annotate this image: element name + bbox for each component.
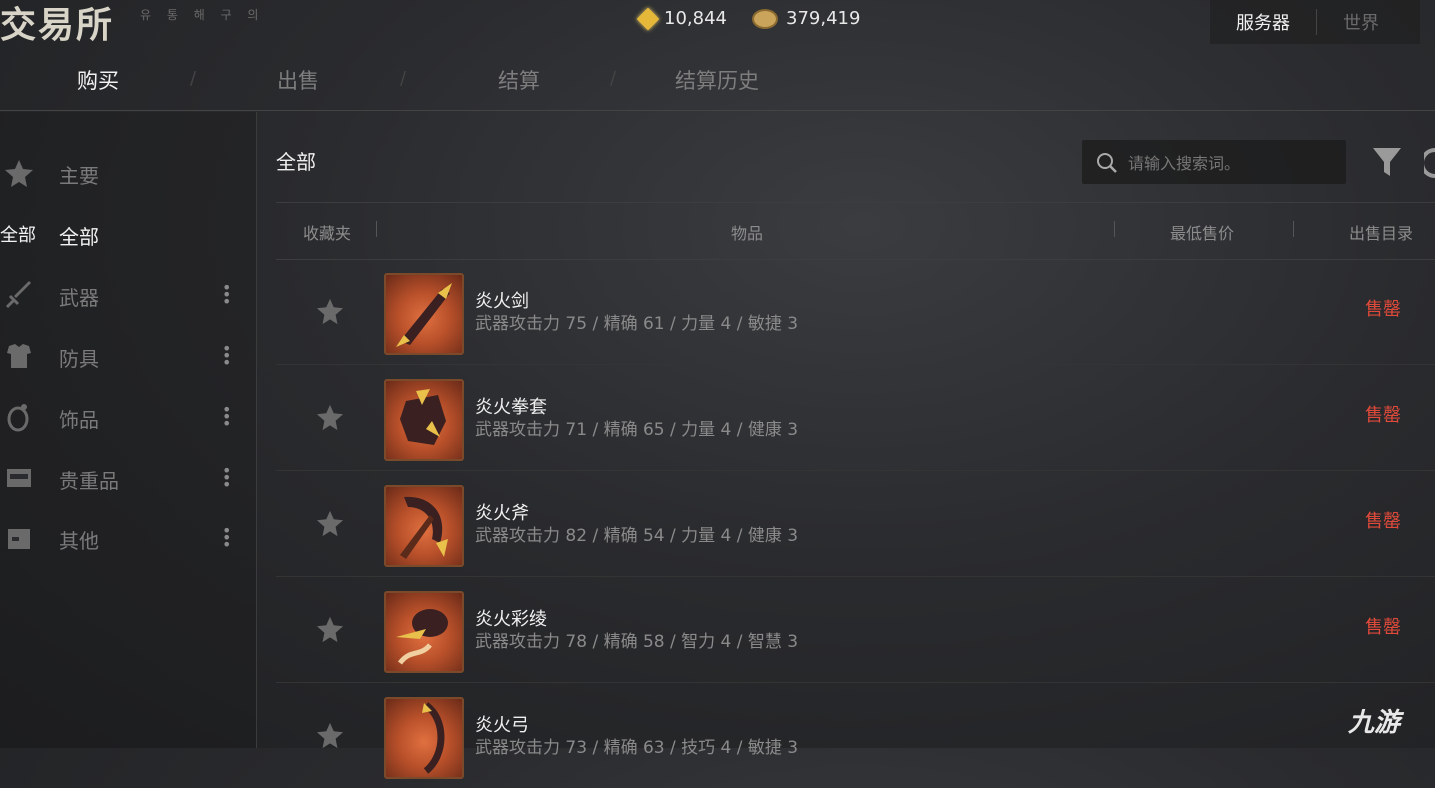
server-tab[interactable]: 服务器 bbox=[1210, 9, 1316, 35]
item-thumbnail bbox=[384, 591, 464, 673]
search-box bbox=[1082, 140, 1346, 184]
sidebar-item-label: 防具 bbox=[59, 347, 99, 371]
flame-bow-icon bbox=[422, 702, 445, 774]
column-min-price[interactable]: 最低售价 bbox=[1170, 220, 1234, 244]
sword-icon bbox=[5, 281, 31, 309]
flame-axe-icon bbox=[400, 496, 448, 559]
watermark-logo: 九游 bbox=[1348, 708, 1401, 738]
item-stats: 武器攻击力 75 / 精确 61 / 力量 4 / 敏捷 3 bbox=[475, 314, 799, 334]
table-row[interactable]: 炎火剑 武器攻击力 75 / 精确 61 / 力量 4 / 敏捷 3 售罄 bbox=[276, 259, 1435, 365]
sidebar-item-accessory[interactable]: 饰品 • • • bbox=[0, 392, 256, 442]
status-badge: 售罄 bbox=[1365, 405, 1401, 426]
sidebar-item-label: 武器 bbox=[59, 286, 99, 310]
sidebar-item-label: 主要 bbox=[59, 164, 99, 188]
more-icon[interactable]: • • • bbox=[222, 463, 231, 493]
column-divider bbox=[1293, 221, 1294, 237]
app-title: 交易所 bbox=[0, 4, 115, 46]
tab-settlement[interactable]: 结算 bbox=[498, 65, 540, 95]
search-input[interactable] bbox=[1126, 148, 1340, 178]
favorite-star-icon[interactable] bbox=[316, 403, 344, 431]
currency-coins-value: 379,419 bbox=[786, 8, 861, 29]
table-row[interactable]: 炎火弓 武器攻击力 73 / 精确 63 / 技巧 4 / 敏捷 3 bbox=[276, 683, 1435, 788]
table-header: 收藏夹 物品 最低售价 出售目录 bbox=[276, 202, 1435, 260]
flame-gauntlet-icon bbox=[400, 389, 446, 445]
armor-icon bbox=[7, 344, 31, 368]
item-stats: 武器攻击力 82 / 精确 54 / 力量 4 / 健康 3 bbox=[475, 526, 799, 546]
more-icon[interactable]: • • • bbox=[222, 523, 231, 553]
tab-buy[interactable]: 购买 bbox=[77, 65, 119, 95]
search-icon[interactable] bbox=[1096, 152, 1118, 174]
sidebar-item-main[interactable]: 主要 bbox=[0, 148, 256, 198]
item-thumbnail bbox=[384, 273, 464, 355]
status-badge: 售罄 bbox=[1365, 511, 1401, 532]
item-thumbnail bbox=[384, 697, 464, 779]
tab-settlement-history[interactable]: 结算历史 bbox=[675, 65, 759, 95]
refresh-icon[interactable] bbox=[1424, 148, 1435, 178]
world-tab[interactable]: 世界 bbox=[1316, 9, 1405, 35]
flame-sword-icon bbox=[396, 283, 452, 347]
sidebar-item-weapon[interactable]: 武器 • • • bbox=[0, 270, 256, 320]
item-stats: 武器攻击力 73 / 精确 63 / 技巧 4 / 敏捷 3 bbox=[475, 738, 799, 758]
tab-sell[interactable]: 出售 bbox=[277, 65, 319, 95]
sidebar-item-all[interactable]: 全部 全部 bbox=[0, 209, 256, 259]
filter-icon[interactable] bbox=[1372, 146, 1402, 178]
sidebar-item-label: 饰品 bbox=[59, 408, 99, 432]
category-title: 全部 bbox=[276, 150, 316, 174]
currency-coins: 379,419 bbox=[752, 8, 860, 29]
sidebar-item-armor[interactable]: 防具 • • • bbox=[0, 331, 256, 381]
sidebar-item-label: 贵重品 bbox=[59, 469, 119, 493]
sidebar-item-label: 全部 bbox=[59, 225, 99, 249]
sidebar-item-label: 其他 bbox=[59, 529, 99, 553]
main-tabs: 购买 / 出售 / 结算 / 结算历史 bbox=[0, 58, 1435, 111]
coin-icon bbox=[752, 8, 778, 29]
column-favorite[interactable]: 收藏夹 bbox=[303, 220, 351, 244]
flame-ribbon-icon bbox=[396, 609, 448, 665]
column-divider bbox=[376, 221, 377, 237]
item-thumbnail bbox=[384, 379, 464, 461]
favorite-star-icon[interactable] bbox=[316, 721, 344, 749]
table-row[interactable]: 炎火拳套 武器攻击力 71 / 精确 65 / 力量 4 / 健康 3 售罄 bbox=[276, 365, 1435, 471]
sidebar-item-valuables[interactable]: 贵重品 • • • bbox=[0, 453, 256, 503]
status-badge: 售罄 bbox=[1365, 299, 1401, 320]
more-icon[interactable]: • • • bbox=[222, 341, 231, 371]
more-icon[interactable]: • • • bbox=[222, 280, 231, 310]
favorite-star-icon[interactable] bbox=[316, 297, 344, 325]
table-row[interactable]: 炎火彩绫 武器攻击力 78 / 精确 58 / 智力 4 / 智慧 3 售罄 bbox=[276, 577, 1435, 683]
currency-gems-value: 10,844 bbox=[664, 8, 727, 29]
all-category-icon: 全部 bbox=[0, 225, 36, 246]
column-listing[interactable]: 出售目录 bbox=[1349, 220, 1413, 244]
app-subtitle: 유 통 해 구 의 bbox=[140, 8, 265, 22]
item-thumbnail bbox=[384, 485, 464, 567]
gem-icon bbox=[636, 7, 660, 30]
favorite-star-icon[interactable] bbox=[316, 509, 344, 537]
server-toggle: 服务器 世界 bbox=[1210, 0, 1420, 44]
table-row[interactable]: 炎火斧 武器攻击力 82 / 精确 54 / 力量 4 / 健康 3 售罄 bbox=[276, 471, 1435, 577]
tab-separator: / bbox=[400, 68, 407, 89]
tab-separator: / bbox=[610, 68, 617, 89]
favorite-star-icon[interactable] bbox=[316, 615, 344, 643]
category-sidebar: 主要 全部 全部 武器 • • • 防具 • • • 饰品 • • • 贵重品 • • • bbox=[0, 112, 257, 748]
item-stats: 武器攻击力 71 / 精确 65 / 力量 4 / 健康 3 bbox=[475, 420, 799, 440]
chest-icon bbox=[7, 469, 31, 487]
column-item[interactable]: 物品 bbox=[731, 220, 763, 244]
box-icon bbox=[8, 529, 30, 549]
more-icon[interactable]: • • • bbox=[222, 402, 231, 432]
item-stats: 武器攻击力 78 / 精确 58 / 智力 4 / 智慧 3 bbox=[475, 632, 799, 652]
tab-separator: / bbox=[190, 68, 197, 89]
star-icon bbox=[5, 160, 33, 187]
ring-icon bbox=[7, 404, 29, 432]
currency-gems: 10,844 bbox=[636, 7, 727, 30]
sidebar-item-other[interactable]: 其他 • • • bbox=[0, 513, 256, 563]
column-divider bbox=[1114, 221, 1115, 237]
status-badge: 售罄 bbox=[1365, 617, 1401, 638]
